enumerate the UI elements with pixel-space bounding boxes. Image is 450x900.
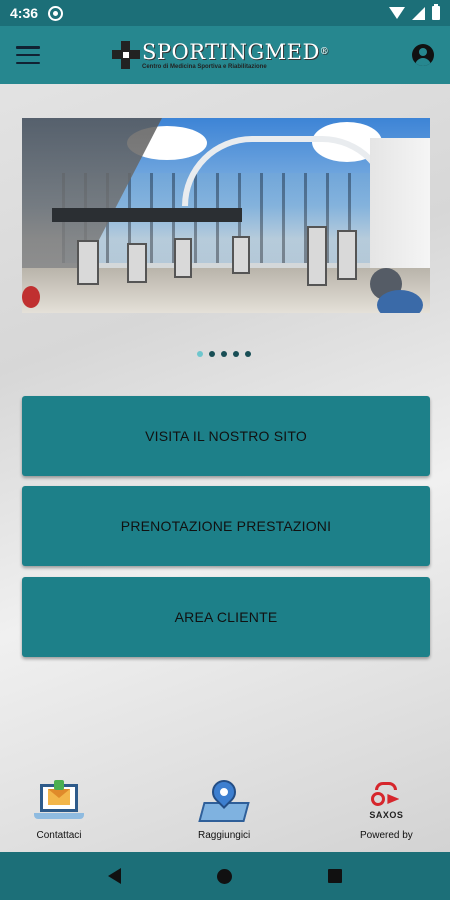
menu-icon[interactable]: [16, 46, 40, 64]
contact-button[interactable]: Contattaci: [34, 780, 84, 841]
client-area-button[interactable]: AREA CLIENTE: [22, 577, 430, 657]
contact-label: Contattaci: [36, 830, 82, 841]
book-services-button[interactable]: PRENOTAZIONE PRESTAZIONI: [22, 486, 430, 566]
laptop-mail-icon: [34, 780, 84, 828]
account-icon[interactable]: [412, 44, 434, 66]
logo-subtitle: Centro di Medicina Sportiva e Riabilitaz…: [142, 63, 267, 70]
logo-name: SPORTINGMED®: [142, 39, 330, 64]
system-nav-bar: [0, 852, 450, 900]
signal-icon: [412, 6, 425, 20]
directions-button[interactable]: Raggiungici: [198, 775, 251, 841]
carousel-indicator: [197, 351, 251, 357]
carousel-dot[interactable]: [221, 351, 227, 357]
app-logo: SPORTINGMED® Centro di Medicina Sportiva…: [112, 41, 329, 70]
logo-cross-icon: [112, 41, 140, 69]
app-bar: SPORTINGMED® Centro di Medicina Sportiva…: [0, 26, 450, 84]
saxos-logo-icon: SAXOS: [361, 780, 411, 828]
back-icon[interactable]: [108, 868, 121, 884]
status-time: 4:36: [10, 5, 39, 21]
carousel-dot[interactable]: [197, 351, 203, 357]
carousel-dot[interactable]: [209, 351, 215, 357]
map-pin-icon: [198, 775, 250, 828]
carousel-dot[interactable]: [233, 351, 239, 357]
sync-icon: [48, 5, 64, 21]
recent-apps-icon[interactable]: [328, 869, 342, 883]
image-carousel[interactable]: [22, 118, 430, 313]
powered-by-label: Powered by: [360, 830, 413, 841]
powered-by-link[interactable]: SAXOS Powered by: [360, 780, 413, 841]
carousel-dot[interactable]: [245, 351, 251, 357]
status-icons: [389, 4, 440, 20]
status-bar: 4:36: [0, 0, 450, 26]
wifi-icon: [389, 7, 405, 19]
directions-label: Raggiungici: [198, 830, 251, 841]
visit-site-button[interactable]: VISITA IL NOSTRO SITO: [22, 396, 430, 476]
saxos-logo-text: SAXOS: [369, 810, 404, 820]
home-icon[interactable]: [217, 868, 232, 884]
battery-icon: [432, 4, 440, 20]
